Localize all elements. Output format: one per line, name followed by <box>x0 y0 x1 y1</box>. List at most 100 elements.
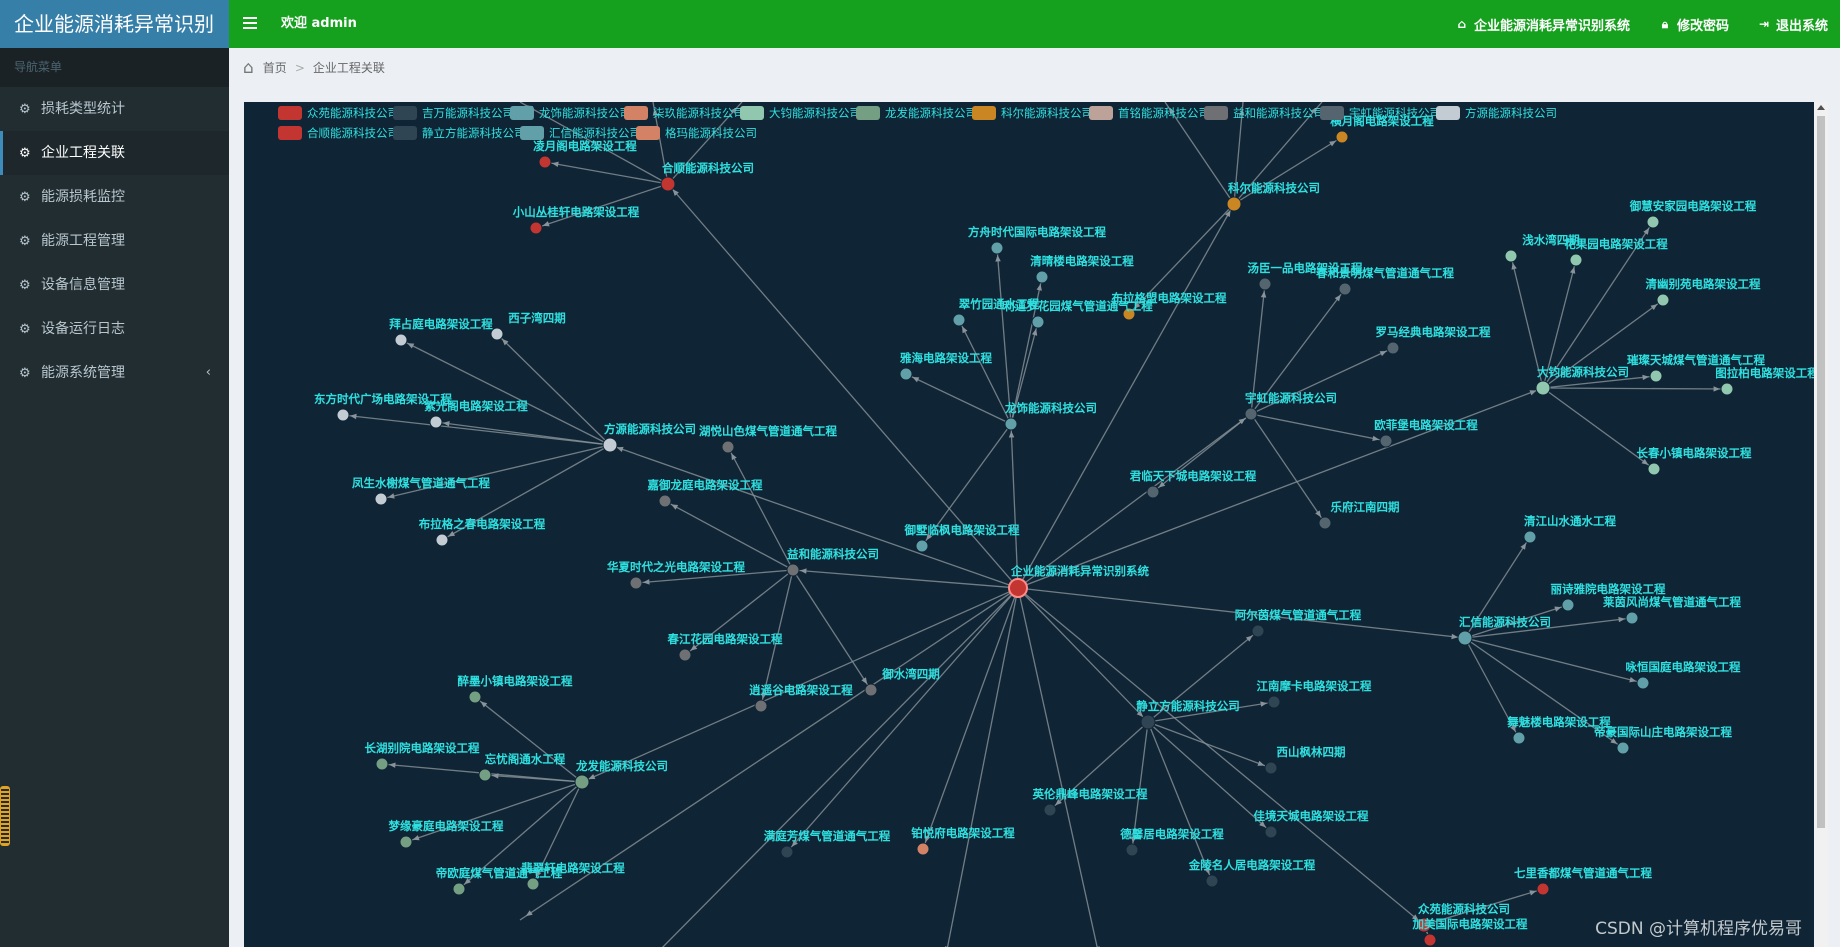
graph-node[interactable] <box>452 882 466 896</box>
legend-swatch[interactable] <box>1204 106 1228 120</box>
graph-node[interactable] <box>602 437 618 453</box>
hamburger-menu-icon[interactable] <box>243 14 257 34</box>
sidebar-item-system-manage[interactable]: ⚙ 能源系统管理 ‹ <box>0 351 229 395</box>
logout-link[interactable]: ⇥ 退出系统 <box>1757 15 1828 34</box>
legend-label[interactable]: 龙饰能源科技公司 <box>539 106 631 120</box>
graph-node[interactable] <box>429 415 443 429</box>
graph-node[interactable] <box>1423 933 1437 947</box>
graph-node[interactable] <box>1318 516 1332 530</box>
graph-node[interactable] <box>1125 843 1139 857</box>
graph-node[interactable] <box>1569 253 1583 267</box>
graph-node[interactable] <box>399 835 413 849</box>
graph-node[interactable] <box>529 221 543 235</box>
legend-label[interactable]: 益和能源科技公司 <box>1233 106 1325 120</box>
relation-graph[interactable]: 合顺能源科技公司 凌月阁电路架设工程 小山丛桂轩电路架设工程 科尔能源科技公司 横月阁电… <box>244 102 1814 947</box>
home-icon[interactable]: ⌂ <box>243 58 254 78</box>
graph-node[interactable] <box>1720 382 1734 396</box>
sidebar-item-enterprise-project-link[interactable]: ⚙ 企业工程关联 <box>0 131 229 175</box>
legend-swatch[interactable] <box>636 126 660 140</box>
legend-label[interactable]: 大钧能源科技公司 <box>769 106 861 120</box>
graph-node[interactable] <box>952 313 966 327</box>
graph-node[interactable] <box>1504 249 1518 263</box>
legend-label[interactable]: 首铭能源科技公司 <box>1118 106 1210 120</box>
graph-node[interactable] <box>754 699 768 713</box>
legend-label[interactable]: 合顺能源科技公司 <box>307 126 399 140</box>
breadcrumb-home[interactable]: 首页 <box>263 59 287 76</box>
legend-swatch[interactable] <box>520 126 544 140</box>
graph-scrollbar[interactable] <box>1814 102 1828 947</box>
scroll-up-arrow[interactable] <box>1817 105 1825 110</box>
graph-node[interactable] <box>1523 530 1537 544</box>
legend-swatch[interactable] <box>393 106 417 120</box>
graph-node[interactable] <box>490 327 504 341</box>
legend-swatch[interactable] <box>393 126 417 140</box>
graph-node[interactable] <box>1536 882 1550 896</box>
legend-swatch[interactable] <box>1320 106 1344 120</box>
legend-label[interactable]: 柒玖能源科技公司 <box>653 106 745 120</box>
graph-node[interactable] <box>1140 714 1156 730</box>
graph-node[interactable] <box>1338 282 1352 296</box>
graph-node[interactable] <box>468 690 482 704</box>
graph-node[interactable] <box>1264 761 1278 775</box>
graph-node[interactable] <box>375 757 389 771</box>
sidebar-item-device-log[interactable]: ⚙ 设备运行日志 <box>0 307 229 351</box>
graph-node[interactable] <box>780 845 794 859</box>
legend-swatch[interactable] <box>856 106 880 120</box>
graph-node[interactable] <box>1457 630 1473 646</box>
graph-node[interactable] <box>1264 825 1278 839</box>
graph-node[interactable] <box>721 440 735 454</box>
graph-node[interactable] <box>1205 874 1219 888</box>
graph-node[interactable] <box>1656 293 1670 307</box>
graph-node[interactable] <box>629 576 643 590</box>
graph-node[interactable] <box>1535 380 1551 396</box>
graph-node[interactable] <box>526 877 540 891</box>
graph-node[interactable] <box>574 774 590 790</box>
graph-node[interactable] <box>336 408 350 422</box>
graph-canvas[interactable]: 合顺能源科技公司凌月阁电路架设工程小山丛桂轩电路架设工程科尔能源科技公司横月阁电… <box>244 102 1814 947</box>
graph-node[interactable] <box>678 648 692 662</box>
graph-node[interactable] <box>660 176 676 192</box>
graph-node[interactable] <box>916 842 930 856</box>
legend-label[interactable]: 格玛能源科技公司 <box>665 126 757 140</box>
graph-node[interactable] <box>1561 598 1575 612</box>
legend-label[interactable]: 汇信能源科技公司 <box>549 126 641 140</box>
legend-label[interactable]: 龙发能源科技公司 <box>885 106 977 120</box>
graph-node[interactable] <box>374 492 388 506</box>
legend-swatch[interactable] <box>510 106 534 120</box>
legend-label[interactable]: 众苑能源科技公司 <box>307 106 399 120</box>
sidebar-item-loss-type-stats[interactable]: ⚙ 损耗类型统计 <box>0 87 229 131</box>
graph-node[interactable] <box>1636 676 1650 690</box>
legend-swatch[interactable] <box>1089 106 1113 120</box>
graph-node[interactable] <box>1647 462 1661 476</box>
legend-label[interactable]: 静立方能源科技公司 <box>422 126 526 140</box>
legend-swatch[interactable] <box>1436 106 1460 120</box>
graph-node[interactable] <box>786 563 800 577</box>
graph-node[interactable] <box>1244 407 1258 421</box>
graph-node[interactable] <box>1625 611 1639 625</box>
graph-node[interactable] <box>478 768 492 782</box>
legend-label[interactable]: 方源能源科技公司 <box>1465 106 1557 120</box>
legend-label[interactable]: 科尔能源科技公司 <box>1001 106 1093 120</box>
legend-swatch[interactable] <box>740 106 764 120</box>
legend-swatch[interactable] <box>972 106 996 120</box>
graph-node[interactable] <box>1646 215 1660 229</box>
change-password-link[interactable]: 🔒︎ 修改密码 <box>1658 15 1729 34</box>
graph-node[interactable] <box>1043 803 1057 817</box>
legend-label[interactable]: 宇虹能源科技公司 <box>1349 106 1441 120</box>
graph-node[interactable] <box>899 367 913 381</box>
graph-node[interactable] <box>1035 270 1049 284</box>
sidebar-item-energy-project-manage[interactable]: ⚙ 能源工程管理 <box>0 219 229 263</box>
graph-node[interactable] <box>1616 741 1630 755</box>
graph-node[interactable] <box>538 155 552 169</box>
sidebar-scroll-handle[interactable] <box>0 786 10 846</box>
sidebar-item-device-info[interactable]: ⚙ 设备信息管理 <box>0 263 229 307</box>
graph-node[interactable] <box>658 494 672 508</box>
graph-node[interactable] <box>1379 434 1393 448</box>
graph-node[interactable] <box>1004 417 1018 431</box>
graph-node[interactable] <box>1251 624 1265 638</box>
nav-home-link[interactable]: ⌂ 企业能源消耗异常识别系统 <box>1455 15 1630 34</box>
graph-node[interactable] <box>990 241 1004 255</box>
legend-swatch[interactable] <box>278 126 302 140</box>
graph-node[interactable] <box>1146 485 1160 499</box>
graph-node[interactable] <box>1386 341 1400 355</box>
